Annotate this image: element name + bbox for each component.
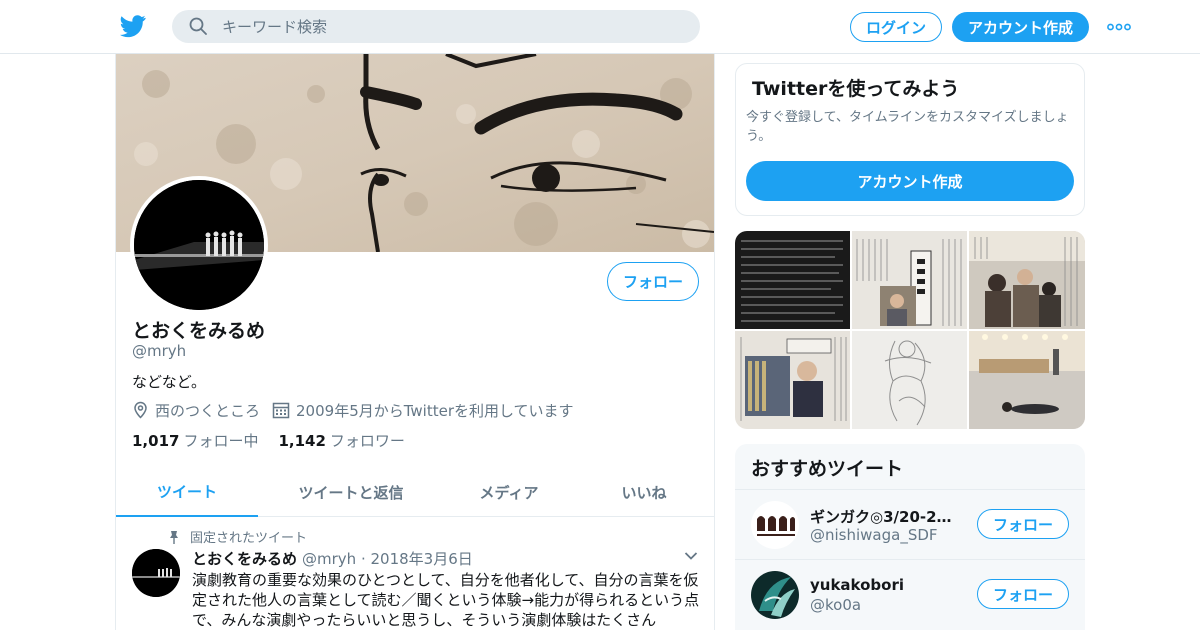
- avatar-image: [134, 180, 264, 310]
- search-icon: [189, 17, 207, 35]
- media-thumbnail-2[interactable]: [852, 231, 967, 329]
- media-thumbnail-4[interactable]: [735, 331, 850, 429]
- recommended-account-name[interactable]: ギンガク◎3/20-22 …: [810, 506, 958, 527]
- profile-name: とおくをみるめ: [132, 320, 266, 342]
- following-label: フォロー中: [183, 432, 259, 450]
- recommended-follow-button[interactable]: フォロー: [977, 579, 1069, 609]
- tab-tweets[interactable]: ツイート: [116, 468, 258, 517]
- profile-joined-date: 2009年5月からTwitterを利用しています: [296, 401, 574, 420]
- signup-button[interactable]: アカウント作成: [952, 12, 1089, 42]
- tweet-author-avatar[interactable]: [132, 549, 180, 597]
- signup-card: Twitterを使ってみよう 今すぐ登録して、タイムラインをカスタマイズしましょ…: [735, 63, 1085, 216]
- profile-location: 西のつくところ: [155, 401, 261, 420]
- recommended-account-name[interactable]: yukakobori: [810, 576, 958, 594]
- profile-avatar[interactable]: [130, 176, 268, 314]
- tab-tweets-and-replies[interactable]: ツイートと返信: [258, 468, 444, 517]
- avatar-image: [751, 571, 799, 619]
- pinned-indicator: 固定されたツイート: [168, 527, 307, 546]
- tweet-text: 演劇教育の重要な効果のひとつとして、自分を他者化して、自分の言葉を仮定された他人…: [192, 571, 700, 629]
- tweet-author-name[interactable]: とおくをみるめ: [192, 548, 297, 569]
- following-stat[interactable]: 1,017 フォロー中: [132, 430, 258, 451]
- calendar-icon: [272, 402, 290, 419]
- profile-bio: などなど。: [132, 373, 206, 391]
- search-input[interactable]: [222, 10, 682, 43]
- media-thumbnail-6[interactable]: [969, 331, 1085, 429]
- twitter-bird-icon[interactable]: [120, 14, 146, 38]
- recommended-tweets: おすすめツイート ギンガク◎3/20-22 … @nishiwaga_SDF フ…: [735, 444, 1085, 630]
- profile-tabs: ツイート ツイートと返信 メディア いいね: [116, 468, 714, 517]
- media-thumbnails: [735, 231, 1085, 429]
- pin-icon: [170, 530, 178, 544]
- tweet-author-meta[interactable]: @mryh · 2018年3月6日: [302, 548, 473, 569]
- avatar-image: [751, 501, 799, 549]
- tab-media[interactable]: メディア: [444, 468, 574, 517]
- profile-column: フォロー とおくをみるめ @mryh などなど。 西のつくところ 2009年5月…: [115, 54, 715, 630]
- signup-card-button[interactable]: アカウント作成: [746, 161, 1074, 201]
- following-count: 1,017: [132, 432, 180, 450]
- more-dots-icon[interactable]: [1107, 22, 1131, 32]
- pinned-label: 固定されたツイート: [190, 531, 308, 546]
- follow-button[interactable]: フォロー: [607, 262, 699, 301]
- top-navigation-bar: ログイン アカウント作成: [0, 0, 1200, 54]
- recommended-title: おすすめツイート: [751, 458, 904, 480]
- recommended-account-handle[interactable]: @nishiwaga_SDF: [810, 526, 938, 544]
- media-thumbnail-3[interactable]: [969, 231, 1085, 329]
- recommended-account-handle[interactable]: @ko0a: [810, 596, 861, 614]
- followers-count: 1,142: [278, 432, 326, 450]
- signup-card-description: 今すぐ登録して、タイムラインをカスタマイズしましょう。: [746, 110, 1069, 144]
- location-pin-icon: [134, 401, 147, 419]
- tweet-avatar-image: [132, 549, 180, 597]
- media-grid: [735, 231, 1085, 429]
- profile-meta: 西のつくところ 2009年5月からTwitterを利用しています: [132, 400, 574, 420]
- tweet-header: とおくをみるめ @mryh · 2018年3月6日: [192, 548, 473, 569]
- recommended-account[interactable]: ギンガク◎3/20-22 … @nishiwaga_SDF フォロー: [735, 489, 1085, 559]
- profile-handle[interactable]: @mryh: [132, 342, 186, 360]
- tab-likes[interactable]: いいね: [574, 468, 714, 517]
- recommended-account-avatar[interactable]: [751, 501, 799, 549]
- search-bar[interactable]: [172, 10, 700, 43]
- login-button[interactable]: ログイン: [850, 12, 942, 42]
- signup-card-title: Twitterを使ってみよう: [752, 78, 960, 100]
- recommended-account-avatar[interactable]: [751, 571, 799, 619]
- recommended-account[interactable]: yukakobori @ko0a フォロー: [735, 559, 1085, 629]
- media-thumbnail-5[interactable]: [852, 331, 967, 429]
- followers-label: フォロワー: [329, 432, 405, 450]
- pinned-tweet[interactable]: 固定されたツイート とおくをみるめ @mryh · 2018年3月6日 演劇教育…: [116, 517, 714, 630]
- followers-stat[interactable]: 1,142 フォロワー: [278, 430, 404, 451]
- recommended-follow-button[interactable]: フォロー: [977, 509, 1069, 539]
- media-thumbnail-1[interactable]: [735, 231, 850, 329]
- chevron-down-icon[interactable]: [684, 551, 698, 561]
- profile-stats: 1,017 フォロー中 1,142 フォロワー: [132, 430, 425, 451]
